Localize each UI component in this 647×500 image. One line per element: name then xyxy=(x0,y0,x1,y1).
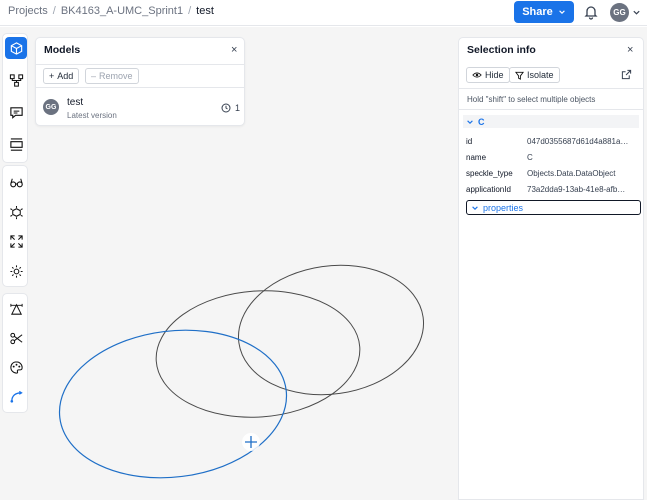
curve-object[interactable] xyxy=(152,284,364,424)
property-key: speckle_type xyxy=(466,169,513,178)
remove-label: Remove xyxy=(99,71,133,81)
isolate-button[interactable]: Isolate xyxy=(509,67,560,83)
user-avatar[interactable]: GG xyxy=(610,3,629,22)
models-panel: Models × + Add – Remove GG test Latest v… xyxy=(35,37,245,126)
glasses-icon xyxy=(9,178,23,187)
property-key: name xyxy=(466,153,487,162)
view-modes-tool-button[interactable] xyxy=(5,171,27,193)
measure-tool-button[interactable] xyxy=(5,298,27,320)
avatar: GG xyxy=(43,99,59,115)
measure-icon xyxy=(9,303,23,315)
breadcrumb-separator: / xyxy=(52,5,56,17)
discussions-tool-button[interactable] xyxy=(5,101,27,123)
selection-panel-title: Selection info xyxy=(467,44,536,56)
chevron-down-icon[interactable] xyxy=(632,8,641,17)
model-name: test xyxy=(67,97,84,108)
model-version-status: Latest version xyxy=(67,111,117,120)
models-actions: + Add – Remove xyxy=(36,64,244,88)
minus-icon: – xyxy=(91,71,97,81)
hide-label: Hide xyxy=(485,70,504,80)
explode-tool-button[interactable] xyxy=(5,201,27,223)
add-model-button[interactable]: + Add xyxy=(43,68,80,84)
light-tool-button[interactable] xyxy=(5,260,27,282)
zoom-extents-tool-button[interactable] xyxy=(5,230,27,252)
property-value: C xyxy=(527,153,533,162)
hide-button[interactable]: Hide xyxy=(466,67,510,83)
breadcrumb: Projects / BK4163_A-UMC_Sprint1 / test xyxy=(8,5,214,17)
property-value: Objects.Data.DataObject xyxy=(527,169,616,178)
properties-toggle[interactable]: properties xyxy=(466,200,641,215)
palette-icon xyxy=(9,360,23,374)
property-key: applicationId xyxy=(466,185,511,194)
section-box-icon xyxy=(9,137,23,151)
curve-object[interactable] xyxy=(230,254,432,407)
breadcrumb-projects[interactable]: Projects xyxy=(8,5,48,17)
object-header[interactable]: C xyxy=(463,115,639,128)
property-row: speckle_type Objects.Data.DataObject xyxy=(466,169,638,181)
sun-icon xyxy=(9,264,23,278)
remove-model-button[interactable]: – Remove xyxy=(85,68,139,84)
arc-icon xyxy=(10,390,23,403)
scissors-icon xyxy=(9,332,22,344)
models-tool-button[interactable] xyxy=(5,37,27,59)
section-box-tool-button[interactable] xyxy=(5,133,27,155)
chevron-down-icon xyxy=(467,119,473,124)
selection-hint: Hold "shift" to select multiple objects xyxy=(459,88,643,110)
selection-actions: Hide Isolate xyxy=(459,64,643,88)
models-panel-title: Models xyxy=(44,44,81,56)
toolbar-group-primary xyxy=(2,33,28,163)
property-key: id xyxy=(466,137,473,146)
add-label: Add xyxy=(57,71,74,81)
property-value: 047d0355687d61d4a881a… xyxy=(527,137,629,146)
property-row: applicationId 73a2dda9-13ab-41e8-afb… xyxy=(466,185,638,197)
toolbar-group-view xyxy=(2,165,28,287)
filters-tool-button[interactable] xyxy=(5,356,27,378)
close-icon[interactable]: × xyxy=(627,44,633,56)
share-label: Share xyxy=(522,6,553,18)
toolbar-group-tools xyxy=(2,293,28,413)
explode-icon xyxy=(9,205,23,219)
selection-info-panel: Selection info × Hide Isolate Hold "shif… xyxy=(458,37,644,500)
open-external-icon[interactable] xyxy=(621,69,632,80)
properties-label: properties xyxy=(483,202,524,213)
object-name: C xyxy=(478,116,485,127)
eye-icon xyxy=(472,72,482,78)
chevron-down-icon xyxy=(472,205,478,210)
close-icon[interactable]: × xyxy=(231,44,237,56)
bell-icon[interactable] xyxy=(583,4,599,20)
version-count: 1 xyxy=(235,103,241,113)
property-row: id 047d0355687d61d4a881a… xyxy=(466,137,638,149)
model-list-item[interactable]: GG test Latest version 1 xyxy=(36,89,244,126)
comment-icon xyxy=(9,106,23,119)
cube-icon xyxy=(10,41,22,55)
chevron-down-icon xyxy=(558,10,565,14)
versions-tool-button[interactable] xyxy=(5,69,27,91)
plus-icon: + xyxy=(49,71,55,81)
selected-curve-object[interactable] xyxy=(51,318,295,491)
fit-icon xyxy=(9,234,23,248)
top-bar: Projects / BK4163_A-UMC_Sprint1 / test S… xyxy=(0,0,647,26)
property-value: 73a2dda9-13ab-41e8-afb… xyxy=(527,185,626,194)
arc-tool-button[interactable] xyxy=(5,386,27,408)
property-row: name C xyxy=(466,153,638,165)
share-button[interactable]: Share xyxy=(514,1,574,23)
breadcrumb-project[interactable]: BK4163_A-UMC_Sprint1 xyxy=(61,5,183,17)
isolate-label: Isolate xyxy=(527,70,554,80)
branches-icon xyxy=(9,73,23,87)
filter-icon xyxy=(515,71,524,80)
clock-icon xyxy=(221,103,231,113)
section-tool-button[interactable] xyxy=(5,327,27,349)
breadcrumb-model[interactable]: test xyxy=(196,5,214,17)
breadcrumb-separator: / xyxy=(188,5,192,17)
version-history-button[interactable]: 1 xyxy=(221,103,240,113)
